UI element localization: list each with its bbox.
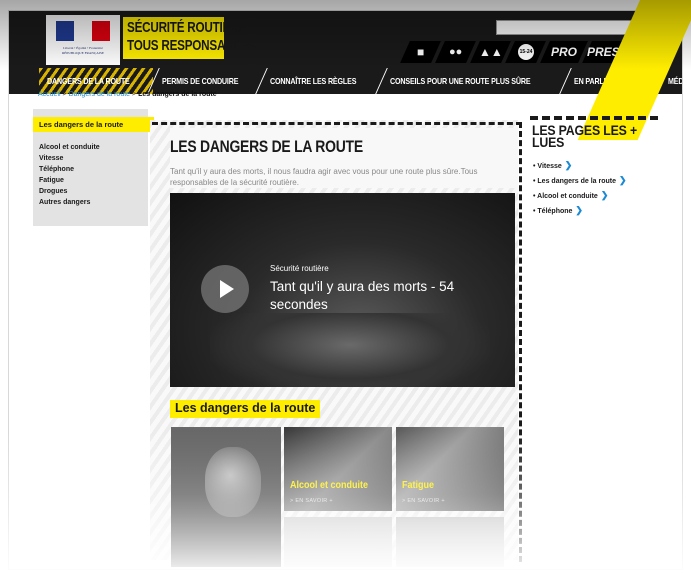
- brand-line-2: TOUS RESPONSABLES: [127, 37, 256, 54]
- most-read-label: Téléphone: [537, 208, 573, 215]
- breadcrumb-current: Les dangers de la route: [138, 91, 217, 98]
- car-link[interactable]: ■: [400, 41, 441, 63]
- tile-fatigue[interactable]: Fatigue > EN SAVOIR +: [396, 427, 504, 511]
- age-link[interactable]: 15-24: [505, 41, 546, 63]
- republic-logo[interactable]: Liberté • Égalité • Fraternité RÉPUBLIQU…: [46, 15, 120, 65]
- nav-item-conseils[interactable]: CONSEILS POUR UNE ROUTE PLUS SÛRE: [382, 68, 565, 94]
- nav-item-regles[interactable]: CONNAÎTRE LES RÈGLES: [262, 68, 381, 94]
- tile-placeholder[interactable]: [396, 517, 504, 567]
- brand-logo[interactable]: SÉCURITÉ ROUTIÈRE TOUS RESPONSABLES: [123, 17, 256, 59]
- tile-more-link[interactable]: > EN SAVOIR +: [402, 498, 445, 504]
- chevron-right-icon: ❯: [575, 205, 583, 215]
- sidebar-item-autres[interactable]: Autres dangers: [39, 197, 100, 208]
- nav-label: DANGERS DE LA ROUTE: [47, 76, 130, 86]
- most-read-item[interactable]: • Alcool et conduite ❯: [533, 188, 627, 203]
- main-dashed-border: [152, 122, 522, 125]
- tile-more-link[interactable]: > EN SAVOIR +: [290, 498, 333, 504]
- tile-featured[interactable]: [171, 427, 281, 567]
- page-title: LES DANGERS DE LA ROUTE: [170, 137, 363, 156]
- video-thumbnail: [210, 313, 490, 387]
- brand-line-1: SÉCURITÉ ROUTIÈRE: [127, 19, 246, 36]
- tile-alcool[interactable]: Alcool et conduite > EN SAVOIR +: [284, 427, 392, 511]
- most-read-item[interactable]: • Téléphone ❯: [533, 203, 627, 218]
- sidebar-list: Alcool et conduite Vitesse Téléphone Fat…: [39, 142, 100, 208]
- most-read-label: Vitesse: [537, 163, 562, 170]
- tile-label: Alcool et conduite: [290, 480, 369, 491]
- most-read-title: LES PAGES LES + LUES: [532, 122, 637, 150]
- pedestrians-link[interactable]: ▲▲: [470, 41, 511, 63]
- sidebar-item-drogues[interactable]: Drogues: [39, 186, 100, 197]
- most-read-list: • Vitesse ❯ • Les dangers de la route ❯ • …: [533, 158, 627, 218]
- nav-label: CONNAÎTRE LES RÈGLES: [270, 76, 357, 86]
- nav-label: PERMIS DE CONDUIRE: [162, 76, 239, 86]
- video-title[interactable]: Tant qu'il y aura des morts - 54 seconde…: [270, 278, 480, 314]
- republic-text: Liberté • Égalité • Fraternité RÉPUBLIQU…: [61, 46, 105, 55]
- sidebar-item-fatigue[interactable]: Fatigue: [39, 175, 100, 186]
- sidebar-item-active[interactable]: Les dangers de la route: [33, 117, 154, 132]
- nav-label: MÉDIAS: [668, 76, 683, 86]
- main-dashed-border: [519, 122, 522, 562]
- video-player[interactable]: Sécurité routière Tant qu'il y aura des …: [170, 193, 515, 387]
- quicklinks: ■ ●● ▲▲ 15-24 PRO PRESSE: [400, 41, 640, 63]
- section-sidebar: Les dangers de la route Alcool et condui…: [33, 109, 154, 226]
- portrait-image: [205, 447, 261, 517]
- breadcrumb-home[interactable]: Accueil: [38, 91, 61, 98]
- chevron-right-icon: ❯: [564, 160, 573, 170]
- pro-label: PRO: [550, 45, 577, 59]
- section-title: Les dangers de la route: [170, 400, 321, 418]
- video-channel[interactable]: Sécurité routière: [270, 264, 329, 273]
- tile-placeholder[interactable]: [284, 517, 392, 567]
- motorcycle-icon: ●●: [448, 46, 463, 58]
- sidebar-item-alcool[interactable]: Alcool et conduite: [39, 142, 100, 153]
- dangers-tiles: Alcool et conduite > EN SAVOIR + Fatigue…: [171, 427, 516, 567]
- age-15-24-icon: 15-24: [517, 44, 534, 60]
- most-read-item[interactable]: • Vitesse ❯: [533, 158, 627, 173]
- tile-label: Fatigue: [402, 480, 435, 491]
- breadcrumb-parent[interactable]: Dangers de la route: [69, 91, 130, 98]
- chevron-right-icon: ❯: [619, 175, 627, 185]
- most-read-item[interactable]: • Les dangers de la route ❯: [533, 173, 627, 188]
- site-header: Liberté • Égalité • Fraternité RÉPUBLIQU…: [9, 11, 682, 68]
- most-read-label: Les dangers de la route: [537, 178, 616, 185]
- pro-link[interactable]: PRO: [540, 41, 588, 63]
- play-button[interactable]: [201, 265, 249, 313]
- motorcycle-link[interactable]: ●●: [435, 41, 476, 63]
- french-flag-icon: [56, 21, 110, 41]
- sidebar-item-telephone[interactable]: Téléphone: [39, 164, 100, 175]
- sidebar-item-vitesse[interactable]: Vitesse: [39, 153, 100, 164]
- search-input[interactable]: ⚲: [496, 20, 641, 35]
- page-intro: Tant qu'il y aura des morts, il nous fau…: [170, 167, 478, 187]
- car-icon: ■: [416, 45, 425, 59]
- most-read-label: Alcool et conduite: [537, 193, 598, 200]
- right-dashed-border: [530, 116, 658, 120]
- nav-label: CONSEILS POUR UNE ROUTE PLUS SÛRE: [389, 76, 531, 86]
- breadcrumb: Accueil > Dangers de la route > Les dang…: [38, 91, 217, 98]
- play-icon: [220, 280, 234, 298]
- pedestrians-icon: ▲▲: [478, 45, 503, 59]
- chevron-right-icon: ❯: [600, 190, 609, 200]
